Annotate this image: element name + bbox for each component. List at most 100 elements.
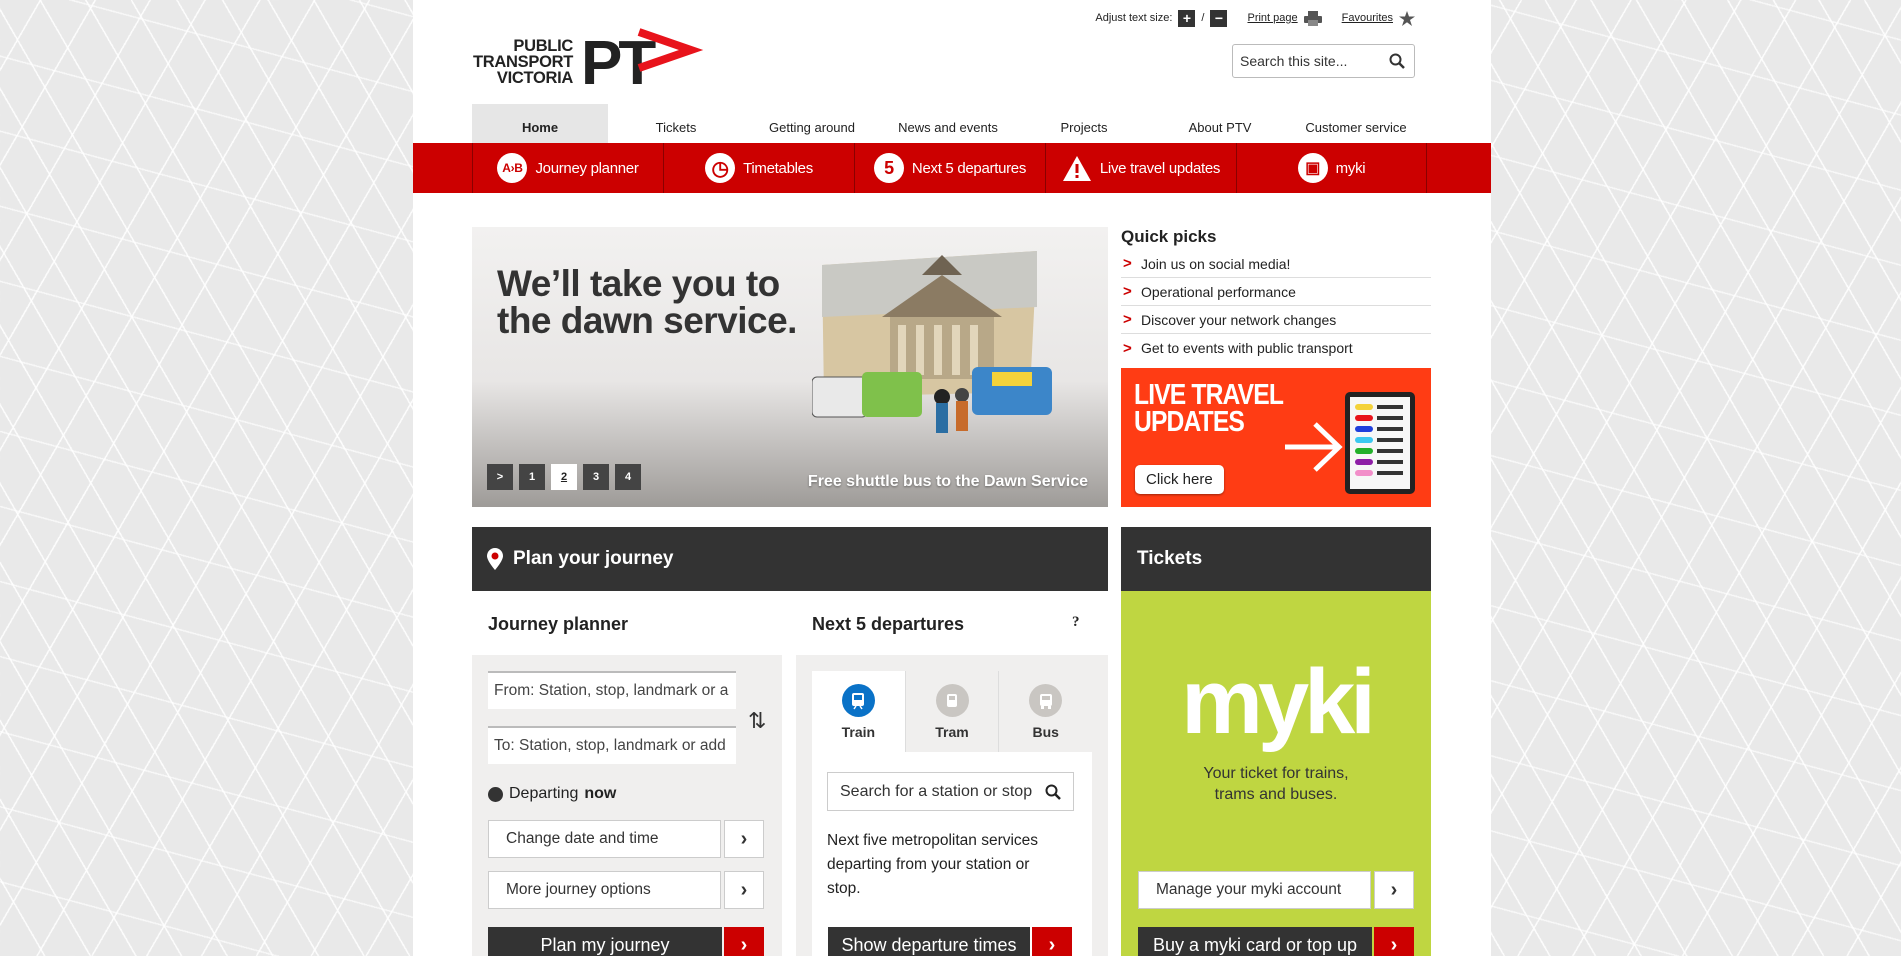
utility-bar: Adjust text size: + / − Print page Favou…: [1095, 9, 1415, 27]
mode-label: Bus: [1032, 724, 1059, 740]
next-5-help-button[interactable]: ?: [1072, 614, 1080, 631]
carousel-slide-3[interactable]: 3: [583, 464, 609, 490]
site-search-input[interactable]: [1233, 45, 1383, 77]
star-icon: [1399, 10, 1415, 26]
nav-about-ptv[interactable]: About PTV: [1152, 104, 1288, 143]
myki-logo[interactable]: myki: [1121, 656, 1431, 748]
swap-locations-icon[interactable]: ⇅: [748, 708, 766, 734]
show-departure-times-button[interactable]: Show departure times ›: [828, 927, 1072, 956]
more-journey-options-row: More journey options ›: [488, 871, 764, 909]
mode-tab-bus[interactable]: Bus: [999, 671, 1092, 752]
quick-pick-link[interactable]: > Discover your network changes: [1121, 306, 1431, 334]
chevron-right-icon[interactable]: ›: [724, 820, 764, 858]
myki-card-icon: ▣: [1297, 153, 1328, 183]
tickets-panel: myki Your ticket for trains, trams and b…: [1121, 591, 1431, 956]
printer-icon: [1303, 10, 1322, 26]
chevron-right-icon[interactable]: ›: [1374, 871, 1414, 909]
plan-your-journey-panel: Journey planner Next 5 departures ? From…: [472, 591, 1108, 956]
plan-your-journey-header: Plan your journey: [472, 527, 1108, 591]
tool-live-travel-updates[interactable]: Live travel updates: [1046, 143, 1237, 193]
search-icon[interactable]: [1045, 784, 1061, 800]
text-size-increase-button[interactable]: +: [1178, 9, 1196, 27]
logo-line-1: PUBLIC: [513, 37, 573, 55]
tool-next-5-departures[interactable]: 5 Next 5 departures: [855, 143, 1046, 193]
site-search: [1232, 44, 1415, 78]
myki-tagline: Your ticket for trains, trams and buses.: [1121, 763, 1431, 805]
mode-label: Tram: [935, 724, 969, 740]
chevron-right-icon: >: [1123, 255, 1132, 272]
print-page-link[interactable]: Print page: [1247, 12, 1297, 24]
departing-now: Departing now: [488, 785, 616, 803]
warning-icon: [1062, 155, 1091, 181]
manage-myki-account-button[interactable]: Manage your myki account: [1138, 871, 1371, 909]
five-icon: 5: [873, 153, 904, 183]
train-icon: [841, 684, 875, 717]
quick-pick-label: Operational performance: [1141, 283, 1296, 300]
mode-label: Train: [841, 724, 876, 740]
chevron-right-icon[interactable]: ›: [724, 927, 764, 956]
quick-pick-link[interactable]: > Join us on social media!: [1121, 250, 1431, 278]
ptv-logo[interactable]: PUBLIC TRANSPORT VICTORIA PT: [473, 20, 708, 90]
journey-planner-title: Journey planner: [488, 614, 629, 634]
tool-label: Journey planner: [535, 159, 639, 177]
buy-myki-label[interactable]: Buy a myki card or top up: [1138, 927, 1372, 956]
to-location-input[interactable]: To: Station, stop, landmark or add: [488, 726, 736, 764]
chevron-right-icon: >: [1123, 339, 1132, 357]
nav-customer-service[interactable]: Customer service: [1288, 104, 1424, 143]
mode-tab-tram[interactable]: Tram: [906, 671, 1000, 752]
text-size-decrease-button[interactable]: −: [1210, 9, 1228, 27]
hero-carousel[interactable]: We’ll take you to the dawn service. > 1 …: [472, 227, 1108, 507]
nav-projects[interactable]: Projects: [1016, 104, 1152, 143]
tool-journey-planner[interactable]: A›B Journey planner: [473, 143, 664, 193]
tool-myki[interactable]: ▣ myki: [1237, 143, 1427, 193]
next-5-departures-title: Next 5 departures: [812, 614, 965, 634]
change-date-time-button[interactable]: Change date and time: [488, 820, 721, 858]
carousel-slide-1[interactable]: 1: [519, 464, 545, 490]
next-5-search-area: Search for a station or stop Next five m…: [812, 752, 1092, 956]
nav-home[interactable]: Home: [472, 104, 608, 143]
carousel-next-button[interactable]: >: [487, 464, 513, 490]
transport-mode-tabs: Train Tram Bus: [812, 671, 1092, 752]
quick-tools-bar: A›B Journey planner ◷ Timetables 5 Next …: [413, 143, 1491, 193]
a-to-b-icon: A›B: [497, 153, 528, 183]
station-search-placeholder: Search for a station or stop: [840, 782, 1033, 800]
show-departure-times-label[interactable]: Show departure times: [828, 927, 1030, 956]
text-size-label: Adjust text size:: [1095, 12, 1173, 24]
nav-getting-around[interactable]: Getting around: [744, 104, 880, 143]
search-icon[interactable]: [1389, 53, 1405, 69]
journey-planner-form: From: Station, stop, landmark or a To: S…: [472, 655, 782, 956]
tool-timetables[interactable]: ◷ Timetables: [664, 143, 855, 193]
nav-news-and-events[interactable]: News and events: [880, 104, 1016, 143]
quick-pick-link[interactable]: > Operational performance: [1121, 278, 1431, 306]
chevron-right-icon[interactable]: ›: [724, 871, 764, 909]
departing-label: Departing: [509, 785, 579, 802]
quick-pick-link[interactable]: > Get to events with public transport: [1121, 334, 1431, 362]
bus-icon: [1029, 684, 1063, 717]
tram-icon: [935, 684, 969, 717]
mode-tab-train[interactable]: Train: [812, 671, 906, 752]
chevron-right-icon: >: [1123, 283, 1132, 300]
carousel-slide-4[interactable]: 4: [615, 464, 641, 490]
plan-my-journey-label[interactable]: Plan my journey: [488, 927, 722, 956]
myki-tagline-line-2: trams and buses.: [1214, 786, 1338, 803]
tool-label: Live travel updates: [1099, 159, 1221, 177]
logo-line-3: VICTORIA: [496, 69, 573, 87]
carousel-slide-2[interactable]: 2: [551, 464, 577, 490]
more-journey-options-button[interactable]: More journey options: [488, 871, 721, 909]
live-travel-title-line-2: UPDATES: [1134, 406, 1245, 438]
chevron-right-icon[interactable]: ›: [1032, 927, 1072, 956]
quick-pick-label: Discover your network changes: [1141, 311, 1337, 328]
hero-caption[interactable]: Free shuttle bus to the Dawn Service: [808, 473, 1088, 491]
buy-myki-button[interactable]: Buy a myki card or top up ›: [1138, 927, 1414, 956]
from-location-input[interactable]: From: Station, stop, landmark or a: [488, 671, 736, 709]
nav-tickets[interactable]: Tickets: [608, 104, 744, 143]
status-board-icon: [1285, 392, 1415, 494]
live-travel-click-here-button[interactable]: Click here: [1135, 465, 1224, 494]
next-5-departures-form: Train Tram Bus Search for a station or s…: [796, 655, 1108, 956]
station-stop-search-input[interactable]: Search for a station or stop: [827, 772, 1074, 811]
live-travel-updates-banner[interactable]: LIVE TRAVEL UPDATES Click here: [1121, 368, 1431, 507]
live-travel-title-line-1: LIVE TRAVEL: [1134, 379, 1284, 411]
chevron-right-icon[interactable]: ›: [1374, 927, 1414, 956]
plan-my-journey-button[interactable]: Plan my journey ›: [488, 927, 764, 956]
favourites-link[interactable]: Favourites: [1342, 12, 1393, 24]
